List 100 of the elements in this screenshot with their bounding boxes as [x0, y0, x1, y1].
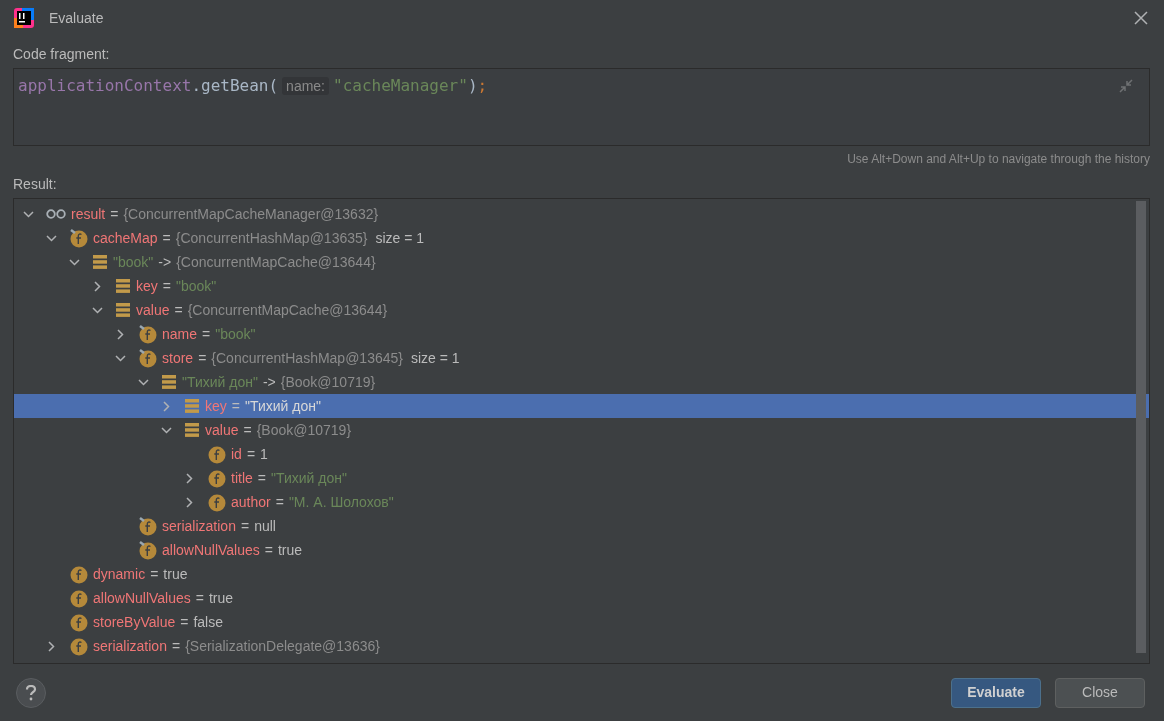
glasses-icon: [46, 208, 66, 221]
code-text: ): [467, 75, 478, 95]
close-button[interactable]: Close: [1055, 677, 1145, 708]
variable-name: cacheMap: [93, 228, 158, 248]
parameter-hint: name:: [282, 76, 329, 95]
code-punctuation: ;: [477, 75, 488, 95]
tree-row[interactable]: value = {ConcurrentMapCache@13644}: [14, 298, 1149, 323]
tree-row[interactable]: serialization = null: [14, 514, 1149, 539]
code-editor[interactable]: applicationContext.getBean( name: "cacheManager");: [13, 67, 1150, 146]
tree-row[interactable]: result = {ConcurrentMapCacheManager@13632}: [14, 202, 1149, 227]
variable-value: {ConcurrentHashMap@13645}: [211, 348, 403, 368]
tree-row[interactable]: dynamic = true: [14, 562, 1149, 587]
variable-name: store: [162, 348, 194, 368]
tree-row[interactable]: "Тихий дон" -> {Book@10719}: [14, 370, 1149, 395]
variable-value: {Book@10719}: [256, 420, 352, 440]
operator: =: [162, 276, 171, 296]
variable-value: {ConcurrentMapCache@13644}: [187, 300, 388, 320]
tree-row[interactable]: key = "book": [14, 274, 1149, 299]
tree-row[interactable]: storeByValue = false: [14, 610, 1149, 635]
variable-name: allowNullValues: [162, 540, 260, 560]
operator: ->: [158, 252, 172, 272]
variable-value: {Book@10719}: [280, 372, 376, 392]
variable-value: "Тихий дон": [271, 468, 347, 488]
variable-value: false: [193, 612, 223, 632]
operator: =: [195, 588, 204, 608]
entry-icon: [184, 422, 200, 439]
tree-row[interactable]: id = 1: [14, 442, 1149, 467]
variable-value: {ConcurrentMapCacheManager@13632}: [123, 204, 379, 224]
operator: =: [243, 420, 252, 440]
tree-row[interactable]: store = {ConcurrentHashMap@13645} size = 1: [14, 346, 1149, 371]
tree-row[interactable]: allowNullValues = true: [14, 538, 1149, 563]
variable-name: title: [231, 468, 253, 488]
operator: =: [240, 516, 250, 536]
tree-row[interactable]: allowNullValues = true: [14, 586, 1149, 611]
variable-value: true: [278, 540, 303, 560]
tree-row[interactable]: author = "М. А. Шолохов": [14, 490, 1149, 515]
tree-row[interactable]: value = {Book@10719}: [14, 418, 1149, 443]
entry-icon: [161, 374, 177, 391]
window-title: Evaluate: [49, 8, 104, 28]
entry-icon: [92, 254, 108, 271]
operator: =: [171, 636, 181, 656]
operator: =: [202, 324, 211, 344]
size-label: size = 1: [411, 348, 460, 368]
variable-value: {SerializationDelegate@13636}: [185, 636, 380, 656]
entry-icon: [184, 398, 200, 415]
variable-name: value: [205, 420, 239, 440]
tree-row[interactable]: key = "Тихий дон": [14, 394, 1149, 419]
variable-value: "М. А. Шолохов": [288, 492, 394, 512]
operator: =: [110, 204, 119, 224]
variable-name: author: [231, 492, 271, 512]
tree-row[interactable]: serialization = {SerializationDelegate@13636}: [14, 634, 1149, 659]
operator: =: [246, 444, 256, 464]
variable-name: value: [136, 300, 170, 320]
variable-name: key: [205, 396, 227, 416]
operator: =: [198, 348, 207, 368]
chevron-right-icon[interactable]: [91, 279, 104, 293]
variable-name: serialization: [93, 636, 167, 656]
variable-value: "book": [176, 276, 217, 296]
operator: =: [257, 468, 266, 488]
variable-value: true: [163, 564, 188, 584]
result-label: Result:: [13, 175, 57, 192]
code-identifier: applicationContext: [18, 75, 192, 95]
code-string: "cacheManager": [333, 75, 468, 95]
variable-value: null: [254, 516, 276, 536]
variable-value: true: [209, 588, 234, 608]
operator: =: [174, 300, 183, 320]
chevron-right-icon[interactable]: [183, 495, 196, 509]
variable-value: "book": [215, 324, 256, 344]
variable-name: result: [71, 204, 106, 224]
chevron-right-icon[interactable]: [45, 639, 58, 653]
tree-row[interactable]: title = "Тихий дон": [14, 466, 1149, 491]
variable-value: {ConcurrentHashMap@13635}: [175, 228, 368, 248]
variable-name: name: [162, 324, 198, 344]
question-icon: [25, 684, 37, 701]
size-label: size = 1: [375, 228, 425, 248]
evaluate-button[interactable]: Evaluate: [951, 677, 1041, 708]
variable-value: 1: [260, 444, 268, 464]
operator: =: [275, 492, 284, 512]
help-button[interactable]: [16, 677, 46, 708]
tree-row[interactable]: "book" -> {ConcurrentMapCache@13644}: [14, 250, 1149, 275]
chevron-right-icon[interactable]: [114, 327, 127, 341]
tree-row[interactable]: cacheMap = {ConcurrentHashMap@13635} size = 1: [14, 226, 1149, 251]
app-logo-icon: [14, 8, 34, 29]
variable-name: storeByValue: [93, 612, 176, 632]
code-fragment-label: Code fragment:: [13, 45, 110, 62]
variable-name: serialization: [162, 516, 236, 536]
operator: =: [150, 564, 159, 584]
history-hint: Use Alt+Down and Alt+Up to navigate through the history: [847, 151, 1150, 166]
variable-name: "book": [113, 252, 154, 272]
variable-name: dynamic: [93, 564, 146, 584]
entry-icon: [115, 302, 131, 319]
tree-row[interactable]: name = "book": [14, 322, 1149, 347]
scrollbar-thumb[interactable]: [1136, 200, 1146, 653]
variable-name: key: [136, 276, 158, 296]
operator: =: [231, 396, 240, 416]
chevron-right-icon[interactable]: [183, 471, 196, 485]
code-text: .getBean(: [191, 75, 279, 95]
variable-value: {ConcurrentMapCache@13644}: [176, 252, 376, 272]
variable-name: allowNullValues: [93, 588, 191, 608]
variable-name: id: [231, 444, 242, 464]
